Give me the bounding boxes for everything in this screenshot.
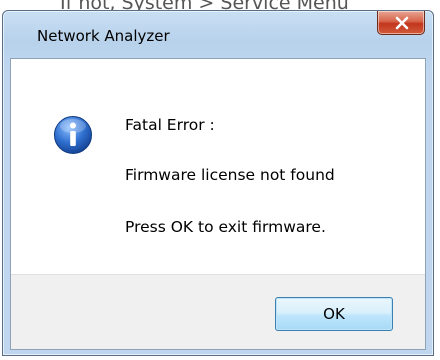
error-instruction: Press OK to exit firmware. <box>125 218 326 236</box>
dialog-body: Fatal Error : Firmware license not found… <box>10 58 426 350</box>
title-bar: Network Analyzer <box>3 11 433 59</box>
error-message: Firmware license not found <box>125 166 335 184</box>
ok-button[interactable]: OK <box>275 297 393 331</box>
info-icon <box>54 116 92 154</box>
button-area: OK <box>11 274 425 349</box>
error-heading: Fatal Error : <box>125 116 215 134</box>
close-button[interactable] <box>377 11 425 35</box>
window-title: Network Analyzer <box>37 27 170 45</box>
close-x-icon <box>395 16 409 30</box>
dialog-window: Network Analyzer Fatal Error : Firmware … <box>2 10 434 356</box>
